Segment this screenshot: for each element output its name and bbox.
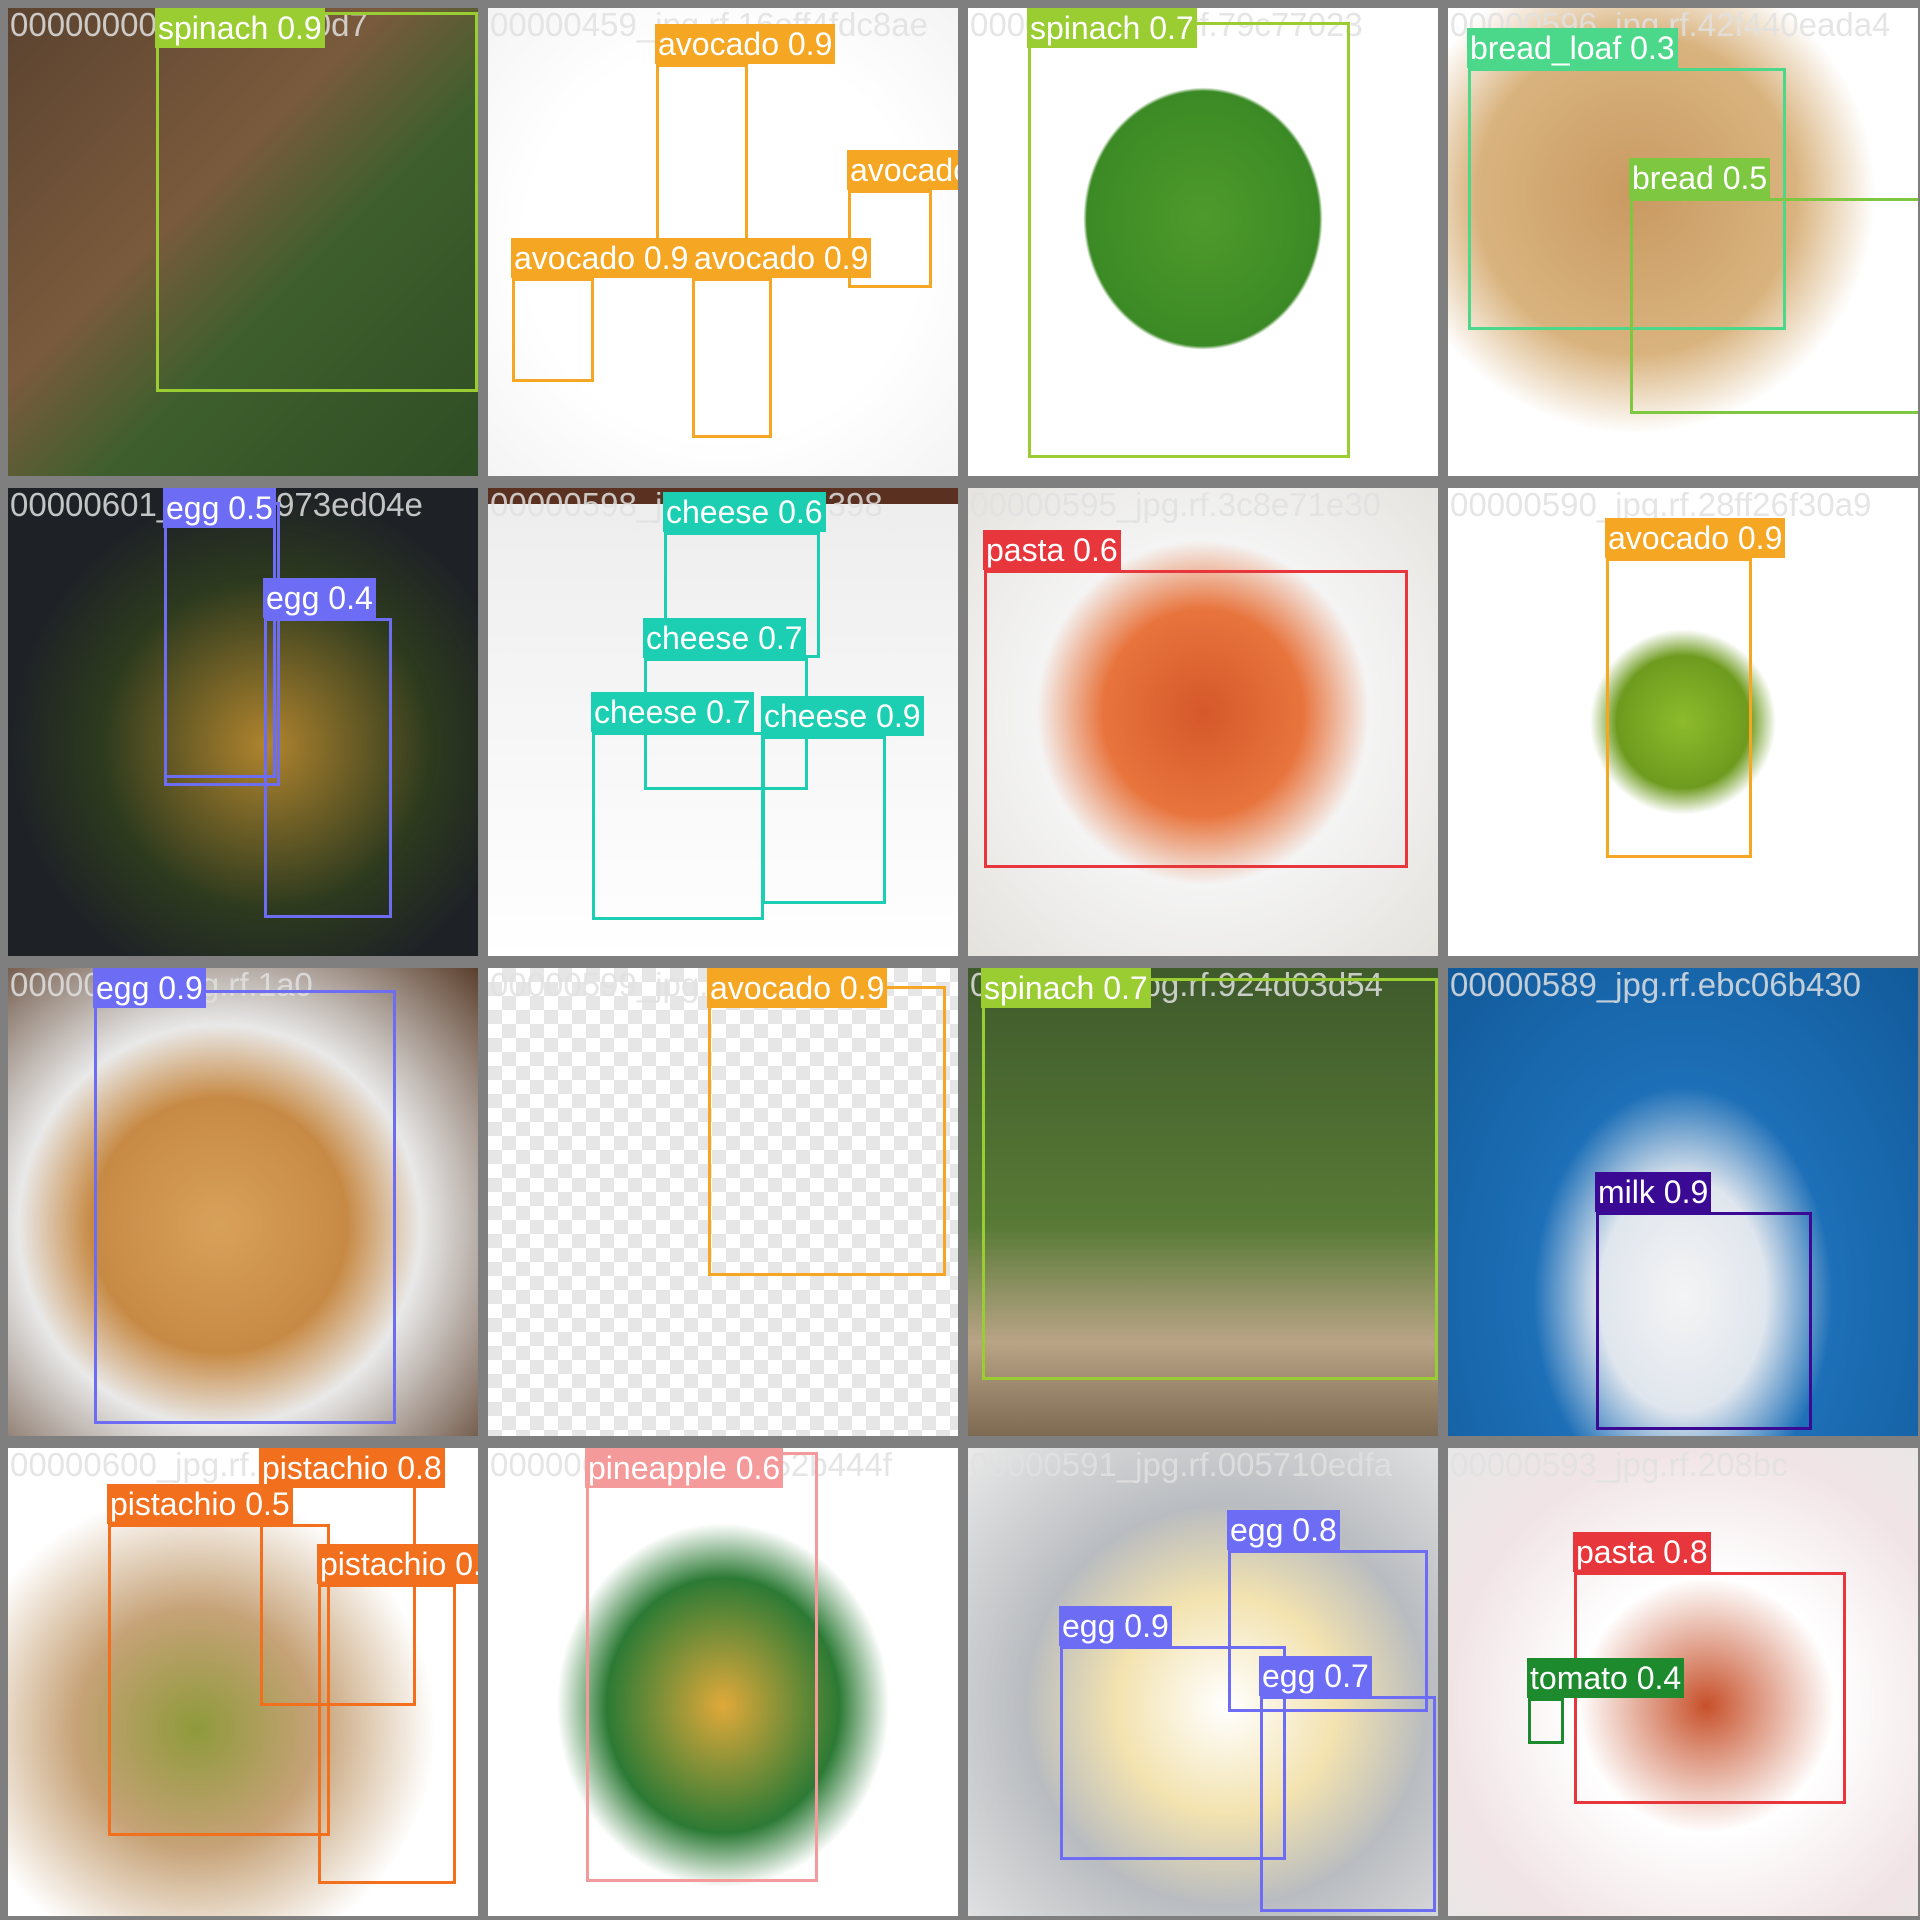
bounding-box xyxy=(264,618,392,918)
bounding-box xyxy=(1528,1698,1564,1744)
bounding-box xyxy=(708,986,946,1276)
detection-label: pasta 0.6 xyxy=(983,530,1121,570)
image-tile: 00000595_jpg.rf.3c8e71e30 pasta 0.6 xyxy=(968,488,1438,956)
bounding-box xyxy=(1028,22,1350,458)
detection-label: avocado 0.9 xyxy=(847,150,958,190)
detection-grid: 00000000_jpg.rf.d040d7spinach 0.90000045… xyxy=(0,0,1920,1920)
bounding-box xyxy=(156,12,478,392)
image-tile: 00000599_jpg.rf.e6b avocado 0.9 xyxy=(488,968,958,1436)
detection-label: avocado 0.9 xyxy=(691,238,872,278)
bounding-box xyxy=(318,1584,456,1884)
image-tile: 00000594_jpg.rf.924d03d54 spinach 0.7 xyxy=(968,968,1438,1436)
bounding-box xyxy=(1630,198,1918,414)
detection-label: pasta 0.8 xyxy=(1573,1532,1711,1572)
detection-label: avocado 0.9 xyxy=(707,968,888,1008)
detection-label: egg 0.4 xyxy=(263,578,376,618)
detection-label: spinach 0.9 xyxy=(155,8,325,48)
bounding-box xyxy=(984,570,1408,868)
detection-label: spinach 0.7 xyxy=(981,968,1151,1008)
bounding-box xyxy=(592,732,764,920)
detection-label: cheese 0.6 xyxy=(663,492,826,532)
image-tile: 00000598_jpg.rf.656c1398cheese 0.6cheese… xyxy=(488,488,958,956)
bounding-box xyxy=(512,278,594,382)
image-tile: 00000592_jpg.rf.79c77023spinach 0.7 xyxy=(968,8,1438,476)
detection-label: pistachio 0.8 xyxy=(259,1448,445,1488)
image-tile: 00000603_jpg.rf.ac52b444fpineapple 0.6 xyxy=(488,1448,958,1916)
image-tile: 00000597_jpg.rf.1a0egg 0.9 xyxy=(8,968,478,1436)
image-tile: 00000601_jpg.rf.2973ed04eegg 0.6egg 0.5e… xyxy=(8,488,478,956)
detection-label: tomato 0.4 xyxy=(1527,1658,1685,1698)
image-tile: 00000590_jpg.rf.28ff26f30a9 avocado 0.9 xyxy=(1448,488,1918,956)
detection-label: bread_loaf 0.3 xyxy=(1467,28,1678,68)
detection-label: egg 0.8 xyxy=(1227,1510,1340,1550)
detection-label: egg 0.9 xyxy=(1059,1606,1172,1646)
image-tile: 00000596_jpg.rf.42f440eada4 bread_loaf 0.… xyxy=(1448,8,1918,476)
image-tile: 00000593_jpg.rf.208bc pasta 0.8 tomato 0.4 xyxy=(1448,1448,1918,1916)
bounding-box xyxy=(1260,1696,1436,1912)
detection-label: pistachio 0.5 xyxy=(107,1484,293,1524)
detection-label: avocado 0.9 xyxy=(1605,518,1786,558)
detection-label: pistachio 0.7 xyxy=(317,1544,478,1584)
bounding-box xyxy=(762,736,886,904)
detection-label: egg 0.9 xyxy=(93,968,206,1008)
detection-label: cheese 0.7 xyxy=(643,618,806,658)
bounding-box xyxy=(1060,1646,1286,1860)
bounding-box xyxy=(1596,1212,1812,1430)
detection-label: avocado 0.9 xyxy=(655,24,836,64)
detection-label: cheese 0.9 xyxy=(761,696,924,736)
detection-label: spinach 0.7 xyxy=(1027,8,1197,48)
detection-label: egg 0.7 xyxy=(1259,1656,1372,1696)
bounding-box xyxy=(1606,558,1752,858)
detection-label: egg 0.5 xyxy=(163,488,276,528)
bounding-box xyxy=(692,278,772,438)
image-tile: 00000591_jpg.rf.005710edfa egg 0.8 egg 0.9… xyxy=(968,1448,1438,1916)
bounding-box xyxy=(586,1452,818,1882)
bounding-box xyxy=(164,502,280,786)
bounding-box xyxy=(108,1524,330,1836)
detection-label: pineapple 0.6 xyxy=(585,1448,784,1488)
detection-label: avocado 0.9 xyxy=(511,238,692,278)
bounding-box xyxy=(94,990,396,1424)
image-tile: 00000589_jpg.rf.ebc06b430 milk 0.9 xyxy=(1448,968,1918,1436)
image-tile: 00000459_jpg.rf.16eff4fdc8aeavocado 0.9a… xyxy=(488,8,958,476)
image-tile: 00000000_jpg.rf.d040d7spinach 0.9 xyxy=(8,8,478,476)
bounding-box xyxy=(656,64,748,254)
detection-label: milk 0.9 xyxy=(1595,1172,1712,1212)
detection-label: bread 0.5 xyxy=(1629,158,1771,198)
bounding-box xyxy=(982,978,1438,1380)
image-tile: 00000600_jpg.rf. pistachio 0.8 pistachio 0… xyxy=(8,1448,478,1916)
detection-label: cheese 0.7 xyxy=(591,692,754,732)
